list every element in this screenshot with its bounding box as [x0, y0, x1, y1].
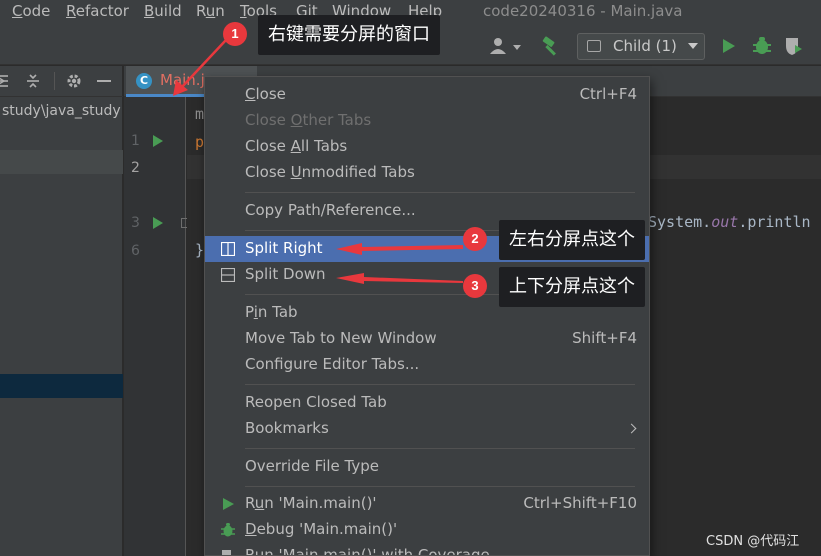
arrow-split-right: [336, 243, 463, 255]
step-badge-3: 3: [463, 274, 487, 298]
annotation-callout-3: 上下分屏点这个: [499, 267, 645, 307]
annotation-callout-2: 左右分屏点这个: [499, 220, 645, 260]
step-badge-2: 2: [463, 227, 487, 251]
watermark: CSDN @代码江: [706, 534, 800, 549]
arrow-split-down: [336, 273, 463, 284]
step-badge-1: 1: [223, 22, 247, 46]
annotation-callout-1: 右键需要分屏的窗口: [258, 15, 440, 55]
annotation-arrows: [173, 39, 463, 284]
